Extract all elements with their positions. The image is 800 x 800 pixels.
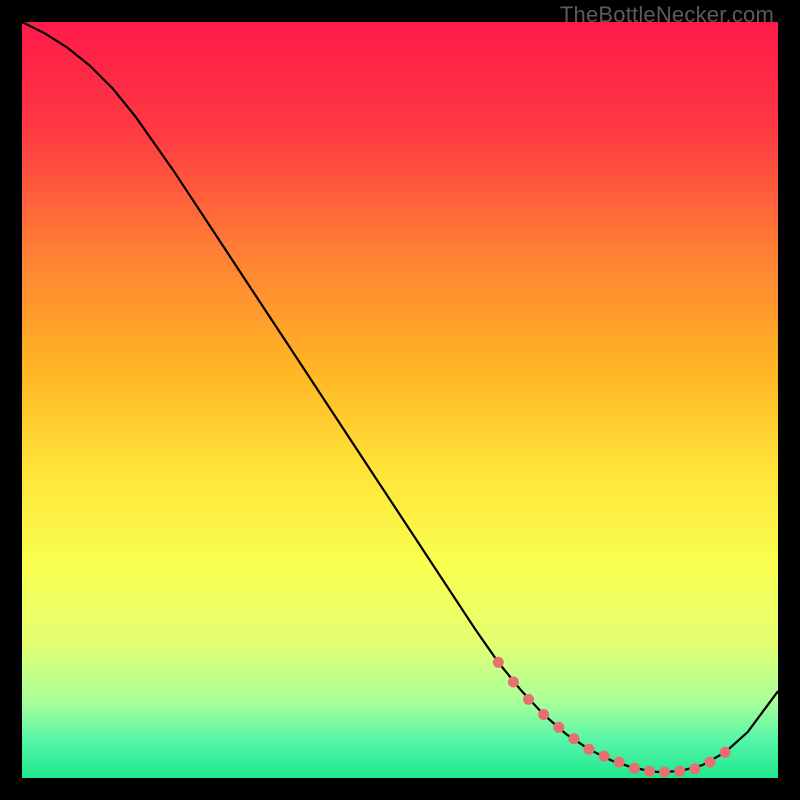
watermark-text: TheBottleNecker.com bbox=[560, 2, 774, 28]
marker-dot bbox=[629, 763, 640, 774]
marker-dot bbox=[508, 677, 519, 688]
marker-dot bbox=[584, 744, 595, 755]
marker-dot bbox=[553, 722, 564, 733]
marker-dot bbox=[599, 751, 610, 762]
marker-dot bbox=[538, 709, 549, 720]
marker-dot bbox=[644, 766, 655, 777]
marker-dot bbox=[659, 767, 670, 778]
marker-dot bbox=[720, 747, 731, 758]
marker-dot bbox=[689, 763, 700, 774]
marker-dot bbox=[674, 766, 685, 777]
marker-dot bbox=[705, 757, 716, 768]
chart-frame bbox=[22, 22, 778, 778]
chart-svg bbox=[22, 22, 778, 778]
marker-dot bbox=[614, 757, 625, 768]
gradient-background bbox=[22, 22, 778, 778]
marker-dot bbox=[568, 733, 579, 744]
marker-dot bbox=[523, 694, 534, 705]
marker-dot bbox=[493, 657, 504, 668]
